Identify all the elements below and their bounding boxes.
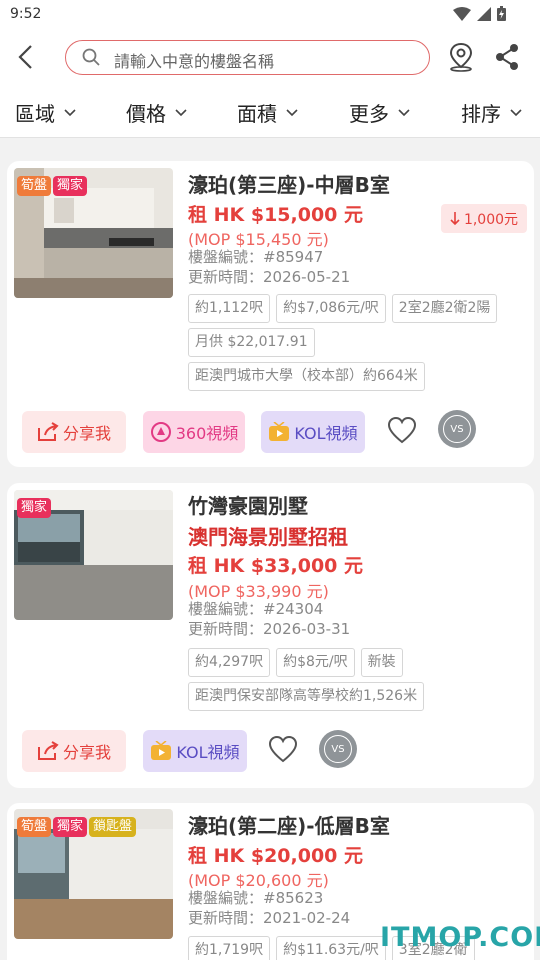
status-icons — [453, 6, 506, 21]
feature-chips: 距澳門保安部隊高等學校約1,526米 — [188, 682, 425, 711]
tv-icon — [151, 741, 172, 760]
filter-label: 價格 — [126, 102, 166, 126]
listing-price: 租 HK $15,000 元 — [188, 204, 364, 226]
chip-unit-price: 約$8元/呎 — [276, 648, 355, 677]
chip-unit-price: 約$11.63元/呎 — [276, 936, 386, 960]
chip-size: 約1,112呎 — [188, 294, 271, 323]
price-drop-badge: 1,000元 — [441, 204, 527, 233]
filter-sort[interactable]: 排序 — [461, 98, 523, 127]
filter-label: 更多 — [349, 102, 389, 126]
status-time: 9:52 — [10, 6, 42, 22]
tag-bargain: 筍盤 — [17, 176, 52, 196]
tag-row: 筍盤 獨家 — [17, 176, 88, 196]
chip-unit-price: 約$7,086元/呎 — [276, 294, 386, 323]
search-placeholder: 請輸入中意的樓盤名稱 — [114, 52, 275, 71]
feature-chips: 月供 $22,017.91 — [188, 328, 315, 357]
favorite-heart-icon[interactable] — [383, 411, 421, 449]
listing-photo[interactable]: 獨家 — [14, 490, 173, 620]
chip-size: 約1,719呎 — [188, 936, 271, 960]
chip-size: 約4,297呎 — [188, 648, 271, 677]
chevron-down-icon — [510, 108, 522, 116]
chevron-down-icon — [398, 108, 410, 116]
price-drop-amount: 1,000元 — [463, 211, 519, 228]
tag-exclusive: 獨家 — [53, 176, 88, 196]
share-arrow-icon — [37, 422, 59, 441]
chevron-down-icon — [286, 108, 298, 116]
chip-distance: 距澳門城市大學（校本部）約664米 — [188, 362, 425, 391]
kol-video-button[interactable]: KOL視頻 — [143, 730, 247, 772]
signal-icon — [477, 6, 491, 21]
share-button[interactable]: 分享我 — [22, 411, 126, 453]
chevron-down-icon — [64, 108, 76, 116]
listing-photo[interactable]: 筍盤 獨家 — [14, 168, 173, 298]
tag-row: 筍盤 獨家 鎖匙盤 — [17, 817, 137, 837]
listing-title: 竹灣豪園別墅 — [188, 494, 308, 518]
kol-video-button[interactable]: KOL視頻 — [261, 411, 365, 453]
filter-label: 面積 — [237, 102, 277, 126]
filter-label: 排序 — [461, 102, 501, 126]
share-button[interactable]: 分享我 — [22, 730, 126, 772]
watermark-text: ITMOP.COM — [380, 922, 540, 953]
tag-row: 獨家 — [17, 498, 52, 518]
360-icon — [150, 422, 171, 442]
share-icon[interactable] — [494, 42, 520, 72]
map-pin-icon[interactable] — [448, 42, 474, 72]
listing-updated: 更新時間：2026-03-31 — [188, 620, 351, 638]
tag-exclusive: 獨家 — [53, 817, 88, 837]
listing-code: 樓盤編號：#24304 — [188, 600, 324, 618]
listing-updated: 更新時間：2021-02-24 — [188, 909, 351, 927]
feature-chips: 約1,112呎 約$7,086元/呎 2室2廳2衛2陽 — [188, 294, 498, 323]
feature-chips: 約4,297呎 約$8元/呎 新裝 — [188, 648, 403, 677]
heart-icon — [387, 416, 417, 444]
top-bar: 請輸入中意的樓盤名稱 — [0, 32, 540, 84]
chip-layout: 2室2廳2衛2陽 — [391, 294, 498, 323]
share-label: 分享我 — [62, 743, 111, 762]
filter-region[interactable]: 區域 — [15, 98, 77, 127]
feature-chips: 距澳門城市大學（校本部）約664米 — [188, 362, 425, 391]
listing-photo[interactable]: 筍盤 獨家 鎖匙盤 — [14, 809, 173, 939]
vs-label: VS — [443, 415, 471, 443]
chip-distance: 距澳門保安部隊高等學校約1,526米 — [188, 682, 425, 711]
filter-bar: 區域 價格 面積 更多 排序 — [0, 84, 540, 138]
listing-card[interactable]: 獨家 竹灣豪園別墅 澳門海景別墅招租 租 HK $33,000 元 (MOP $… — [7, 483, 534, 788]
search-icon — [82, 48, 100, 66]
compare-vs-button[interactable]: VS — [319, 730, 357, 768]
chevron-down-icon — [175, 108, 187, 116]
tv-icon — [269, 422, 290, 441]
kol-video-label: KOL視頻 — [294, 424, 358, 443]
tag-exclusive: 獨家 — [17, 498, 52, 518]
listing-card[interactable]: 筍盤 獨家 濠珀(第三座)-中層B室 租 HK $15,000 元 (MOP $… — [7, 161, 534, 467]
filter-label: 區域 — [15, 102, 55, 126]
filter-more[interactable]: 更多 — [349, 98, 411, 127]
favorite-heart-icon[interactable] — [264, 730, 302, 768]
compare-vs-button[interactable]: VS — [438, 410, 476, 448]
video-360-button[interactable]: 360視頻 — [143, 411, 245, 453]
tag-key: 鎖匙盤 — [89, 817, 137, 837]
share-arrow-icon — [37, 741, 59, 760]
video-360-label: 360視頻 — [175, 424, 239, 443]
listing-subtitle: 澳門海景別墅招租 — [188, 525, 348, 549]
search-input[interactable]: 請輸入中意的樓盤名稱 — [65, 40, 430, 75]
listing-title: 濠珀(第二座)-低層B室 — [188, 814, 390, 838]
tag-bargain: 筍盤 — [17, 817, 52, 837]
kol-video-label: KOL視頻 — [176, 743, 240, 762]
wifi-icon — [453, 6, 471, 21]
listing-updated: 更新時間：2026-05-21 — [188, 268, 351, 286]
listing-price: 租 HK $33,000 元 — [188, 555, 364, 577]
battery-icon — [497, 6, 506, 21]
filter-price[interactable]: 價格 — [126, 98, 188, 127]
chip-monthly-payment: 月供 $22,017.91 — [188, 328, 315, 357]
listing-title: 濠珀(第三座)-中層B室 — [188, 173, 390, 197]
arrow-down-icon — [450, 211, 460, 225]
filter-area[interactable]: 面積 — [237, 98, 299, 127]
listing-code: 樓盤編號：#85623 — [188, 889, 324, 907]
heart-icon — [268, 735, 298, 763]
chip-renovation: 新裝 — [360, 648, 403, 677]
listing-code: 樓盤編號：#85947 — [188, 248, 324, 266]
back-arrow-icon[interactable] — [14, 44, 40, 70]
share-label: 分享我 — [62, 424, 111, 443]
vs-label: VS — [324, 735, 352, 763]
listing-price: 租 HK $20,000 元 — [188, 845, 364, 867]
status-bar: 9:52 — [0, 0, 540, 32]
